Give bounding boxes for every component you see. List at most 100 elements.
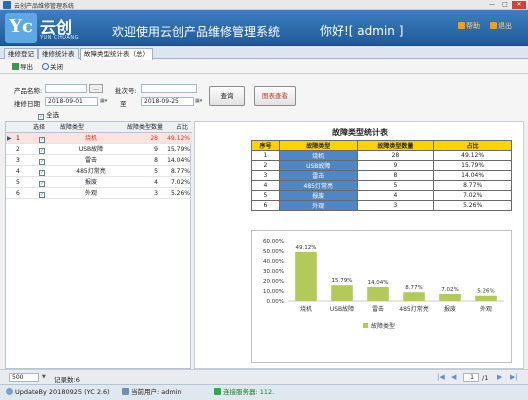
- help-link[interactable]: 帮助: [458, 21, 480, 31]
- server-icon: [214, 388, 221, 395]
- legend-swatch: [363, 323, 368, 328]
- x-tick-label: 外观: [480, 305, 492, 313]
- prev-page-icon[interactable]: ◀: [451, 373, 456, 381]
- report-panel: 故障类型统计表 序号 故障类型 故障类型数量 占比 1 烧机 28 49.12% 2U…: [194, 121, 524, 369]
- report-cell-no: 1: [251, 150, 280, 161]
- calendar-dropdown-icon[interactable]: ▦▾: [195, 98, 202, 104]
- record-count: 记录数:6: [54, 376, 80, 384]
- row-checkbox[interactable]: ✓: [39, 188, 45, 199]
- exit-link[interactable]: 退出: [490, 21, 512, 31]
- table-row[interactable]: 6 ✓ 外观 3 5.26%: [6, 188, 192, 199]
- bar: [475, 295, 497, 301]
- col-header-fault-type[interactable]: 故障类型: [60, 122, 84, 133]
- batch-input[interactable]: [141, 84, 197, 93]
- row-checkbox[interactable]: ✓: [39, 155, 45, 166]
- report-cell-pct: 14.04%: [433, 170, 512, 181]
- checkbox-icon: ✓: [39, 148, 45, 154]
- export-button[interactable]: 导出: [12, 63, 33, 71]
- tab-repair-stats[interactable]: 维修统计表: [38, 48, 79, 59]
- page-input[interactable]: 1: [463, 373, 479, 382]
- col-header-select[interactable]: 选择: [33, 122, 45, 133]
- cell-count: 28: [150, 135, 158, 142]
- checkbox-icon: ✓: [39, 137, 45, 143]
- table-row[interactable]: 3 ✓ 雷击 8 14.04%: [6, 155, 192, 166]
- report-cell-no: 3: [251, 170, 280, 181]
- report-cell-type: 485灯常亮: [278, 180, 358, 191]
- date-from-picker[interactable]: 2018-09-01: [45, 97, 98, 106]
- query-button[interactable]: 查询: [209, 86, 245, 106]
- table-row[interactable]: 5 ✓ 报废 4 7.02%: [6, 177, 192, 188]
- chart-view-button[interactable]: 图表查看: [254, 86, 296, 106]
- col-header-pct[interactable]: 占比: [176, 122, 188, 133]
- row-checkbox[interactable]: ✓: [39, 177, 45, 188]
- bar: [439, 293, 461, 301]
- cell-fault-type: 雷击: [84, 157, 97, 164]
- report-cell-count: 3: [356, 200, 435, 211]
- product-name-input[interactable]: [45, 84, 87, 93]
- report-col-no: 序号: [251, 140, 280, 151]
- row-number: 2: [16, 146, 20, 153]
- row-checkbox[interactable]: ✓: [39, 166, 45, 177]
- maximize-button[interactable]: □: [499, 1, 511, 9]
- welcome-text: 欢迎使用云创产品维修管理系统: [112, 25, 281, 39]
- report-table-header: 序号 故障类型 故障类型数量 占比: [251, 140, 512, 151]
- last-page-icon[interactable]: ▶|: [510, 373, 518, 381]
- checkbox-icon: ✓: [39, 192, 45, 198]
- table-row[interactable]: 2 ✓ USB故障 9 15.79%: [6, 144, 192, 155]
- row-number: 3: [16, 157, 20, 164]
- report-cell-type: USB故障: [278, 160, 358, 171]
- close-window-button[interactable]: ✕: [512, 1, 526, 9]
- data-label: 5.26%: [477, 289, 494, 295]
- cell-pct: 7.02%: [170, 179, 190, 186]
- cell-fault-type: 烧机: [84, 135, 97, 142]
- data-label: 14.04%: [368, 280, 389, 286]
- report-cell-count: 4: [356, 190, 435, 201]
- next-page-icon[interactable]: ▶: [497, 373, 502, 381]
- report-row: 2 USB故障 9 15.79%: [251, 160, 512, 171]
- report-cell-pct: 7.02%: [433, 190, 512, 201]
- minimize-button[interactable]: —: [486, 1, 498, 9]
- date-to-picker[interactable]: 2018-09-25: [141, 97, 194, 106]
- report-row: 4 485灯常亮 5 8.77%: [251, 180, 512, 191]
- page-size-select[interactable]: 500: [9, 373, 39, 382]
- checkbox-icon: ✓: [39, 159, 45, 165]
- tab-fault-type-stats[interactable]: 故障类型统计表（总）: [80, 48, 153, 60]
- fault-type-grid: 选择 故障类型 故障类型数量 占比 ▶ 1 ✓ 烧机 28 49.12% 2 ✓…: [5, 121, 192, 369]
- report-cell-pct: 15.79%: [433, 160, 512, 171]
- report-cell-pct: 8.77%: [433, 180, 512, 191]
- y-tick-label: 0.00%: [267, 299, 284, 305]
- tab-repair-register[interactable]: 维修登记: [4, 48, 38, 59]
- y-tick-label: 50.00%: [263, 249, 284, 255]
- row-checkbox[interactable]: ✓: [39, 133, 45, 144]
- app-header: Yc 云创 YUN CHUANG 欢迎使用云创产品维修管理系统 你好![ adm…: [0, 10, 528, 46]
- browse-button[interactable]: ...: [89, 84, 103, 93]
- report-table: 序号 故障类型 故障类型数量 占比 1 烧机 28 49.12% 2 USB故障 9 15.…: [251, 140, 512, 211]
- report-cell-count: 9: [356, 160, 435, 171]
- checkbox-icon: ✓: [38, 114, 44, 120]
- first-page-icon[interactable]: |◀: [437, 373, 445, 381]
- info-icon: [6, 388, 13, 395]
- row-checkbox[interactable]: ✓: [39, 144, 45, 155]
- row-pointer-icon: ▶: [7, 135, 12, 142]
- report-row: 5 报废 4 7.02%: [251, 190, 512, 201]
- logo: Yc: [5, 13, 37, 43]
- cell-pct: 49.12%: [167, 135, 190, 142]
- calendar-dropdown-icon[interactable]: ▦▾: [100, 98, 107, 104]
- window-title: 云创产品维修管理系统: [14, 3, 75, 10]
- select-all-checkbox[interactable]: ✓ 全选: [38, 109, 59, 120]
- table-row[interactable]: ▶ 1 ✓ 烧机 28 49.12%: [6, 133, 192, 144]
- y-tick-label: 40.00%: [263, 259, 284, 265]
- toolbar: 导出 关闭: [0, 60, 528, 74]
- row-number: 6: [16, 190, 20, 197]
- report-title: 故障类型统计表: [332, 128, 388, 137]
- table-row[interactable]: 4 ✓ 485灯常亮 5 8.77%: [6, 166, 192, 177]
- cell-pct: 15.79%: [167, 146, 190, 153]
- cell-pct: 14.04%: [167, 157, 190, 164]
- row-number: 1: [16, 135, 20, 142]
- cell-count: 3: [154, 190, 158, 197]
- report-col-type: 故障类型: [278, 140, 358, 151]
- brand-subtitle: YUN CHUANG: [40, 35, 79, 41]
- close-button[interactable]: 关闭: [42, 63, 63, 71]
- col-header-count[interactable]: 故障类型数量: [127, 122, 163, 133]
- chevron-down-icon[interactable]: ▼: [42, 374, 46, 380]
